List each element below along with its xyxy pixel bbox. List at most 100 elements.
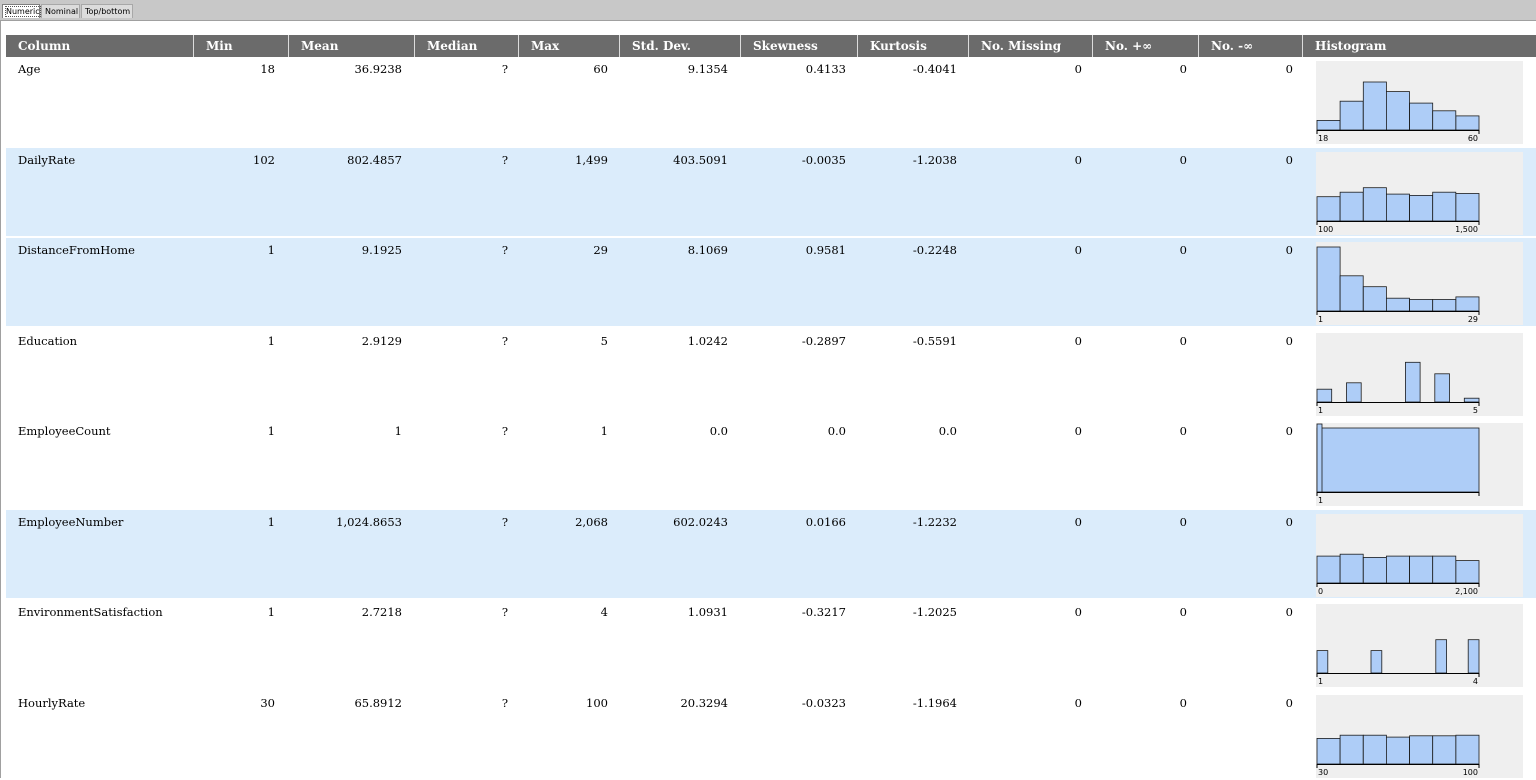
histogram-bar (1339, 100, 1364, 131)
histogram-min-label: 18 (1318, 134, 1328, 143)
no-neg-inf-cell: 0 (1285, 243, 1293, 257)
tab-nominal[interactable]: Nominal (41, 4, 80, 18)
table-header: Column Min Mean Median Max Std. Dev. Ske… (6, 35, 1536, 57)
table-row[interactable]: DailyRate 102 802.4857? 1,499 403.5091 -0.003… (6, 148, 1536, 237)
histogram-bar (1432, 555, 1457, 584)
median-cell: ? (501, 243, 508, 257)
histogram-bar (1316, 196, 1341, 222)
histogram-bar (1432, 110, 1457, 131)
header-std-dev[interactable]: Std. Dev. (620, 35, 741, 57)
histogram-bar (1432, 299, 1457, 312)
min-cell: 1 (267, 334, 275, 348)
no-missing-cell: 0 (1074, 696, 1082, 710)
skewness-cell: -0.0323 (801, 696, 846, 710)
min-cell: 102 (253, 153, 275, 167)
histogram-max-label: 1,500 (1455, 225, 1478, 234)
min-cell: 1 (267, 515, 275, 529)
mean-cell: 2.9129 (361, 334, 402, 348)
histogram-chart: 1 29 (1316, 242, 1523, 325)
std-dev-cell: 1.0242 (687, 334, 728, 348)
histogram-min-label: 1 (1318, 677, 1323, 686)
mean-cell: 1 (394, 424, 402, 438)
min-cell: 1 (267, 243, 275, 257)
no-neg-inf-cell: 0 (1285, 62, 1293, 76)
kurtosis-cell: -1.2025 (912, 605, 957, 619)
histogram-min-label: 1 (1318, 406, 1323, 415)
kurtosis-cell: -1.2038 (912, 153, 957, 167)
histogram-chart: 1 (1316, 423, 1523, 506)
table-row[interactable]: EnvironmentSatisfaction 1 2.7218? 4 1.0931 -0… (6, 600, 1536, 689)
histogram-bar (1339, 553, 1364, 584)
no-neg-inf-cell: 0 (1285, 424, 1293, 438)
table-row[interactable]: HourlyRate 30 65.8912? 100 20.3294 -0.0323 -1.… (6, 691, 1536, 780)
histogram-chart: 14 (1316, 604, 1523, 687)
histogram-chart: 18 60 (1316, 61, 1523, 144)
header-max[interactable]: Max (519, 35, 620, 57)
no-pos-inf-cell: 0 (1179, 424, 1187, 438)
histogram-bar (1362, 557, 1387, 584)
histogram-min-label: 30 (1318, 768, 1328, 777)
histogram-chart: 0 2,100 (1316, 514, 1523, 597)
histogram-bar (1362, 734, 1387, 765)
histogram-bar (1455, 560, 1480, 584)
table-row[interactable]: Age 18 36.9238? 60 9.1354 0.4133 -0.4041 0 0 0 18 6… (6, 57, 1536, 146)
kurtosis-cell: -0.5591 (912, 334, 957, 348)
histogram-bar (1386, 91, 1410, 131)
histogram-bar (1434, 373, 1450, 403)
histogram-max-label: 60 (1468, 134, 1478, 143)
histogram-bar (1432, 191, 1457, 222)
no-missing-cell: 0 (1074, 334, 1082, 348)
table-row[interactable]: Education 1 2.9129? 5 1.0242 -0.2897 -0.5591 0 0… (6, 329, 1536, 418)
column-name-cell: DistanceFromHome (18, 243, 135, 257)
header-kurtosis[interactable]: Kurtosis (858, 35, 969, 57)
table-row[interactable]: DistanceFromHome 1 9.1925? 29 8.1069 0.9581 -0… (6, 238, 1536, 327)
histogram-max-label: 100 (1463, 768, 1478, 777)
histogram-max-label: 5 (1473, 406, 1478, 415)
no-missing-cell: 0 (1074, 243, 1082, 257)
histogram-bar (1316, 650, 1329, 674)
header-min[interactable]: Min (194, 35, 289, 57)
histogram-bar (1435, 639, 1448, 674)
column-name-cell: Education (18, 334, 78, 348)
histogram-bar (1316, 388, 1333, 403)
kurtosis-cell: -0.4041 (912, 62, 957, 76)
histogram-max-label: 29 (1468, 315, 1478, 324)
histogram-bar (1455, 193, 1480, 222)
table-row[interactable]: EmployeeNumber 1 1,024.8653? 2,068 602.0243 0… (6, 510, 1536, 599)
histogram-bar (1362, 81, 1387, 131)
tab-numeric[interactable]: Numeric (2, 4, 41, 18)
header-no-neg-inf[interactable]: No. -∞ (1199, 35, 1303, 57)
no-missing-cell: 0 (1074, 153, 1082, 167)
histogram-bar (1316, 427, 1480, 493)
table-row[interactable]: EmployeeCount 1 1? 1 0.0 0.0 0.0 0 0 0 1 (6, 419, 1536, 508)
mean-cell: 36.9238 (354, 62, 402, 76)
no-pos-inf-cell: 0 (1179, 605, 1187, 619)
histogram-bar (1409, 299, 1434, 312)
std-dev-cell: 9.1354 (687, 62, 728, 76)
histogram-max-label: 2,100 (1455, 587, 1478, 596)
column-name-cell: EmployeeCount (18, 424, 111, 438)
column-name-cell: EmployeeNumber (18, 515, 124, 529)
tab-top-bottom[interactable]: Top/bottom (81, 4, 133, 18)
skewness-cell: 0.9581 (805, 243, 846, 257)
header-median[interactable]: Median (415, 35, 519, 57)
header-histogram[interactable]: Histogram (1303, 35, 1536, 57)
histogram-bar (1409, 735, 1434, 765)
mean-cell: 65.8912 (354, 696, 402, 710)
header-no-missing[interactable]: No. Missing (969, 35, 1093, 57)
mean-cell: 802.4857 (347, 153, 402, 167)
tab-bar: Numeric Nominal Top/bottom (0, 0, 1536, 21)
no-pos-inf-cell: 0 (1179, 696, 1187, 710)
header-skewness[interactable]: Skewness (741, 35, 858, 57)
histogram-bar (1339, 734, 1364, 765)
histogram-bar (1405, 361, 1421, 403)
header-mean[interactable]: Mean (289, 35, 415, 57)
histogram-min-label: 100 (1318, 225, 1333, 234)
column-name-cell: EnvironmentSatisfaction (18, 605, 163, 619)
header-column[interactable]: Column (6, 35, 194, 57)
median-cell: ? (501, 424, 508, 438)
kurtosis-cell: -0.2248 (912, 243, 957, 257)
max-cell: 1 (600, 424, 608, 438)
min-cell: 18 (260, 62, 275, 76)
header-no-pos-inf[interactable]: No. +∞ (1093, 35, 1199, 57)
